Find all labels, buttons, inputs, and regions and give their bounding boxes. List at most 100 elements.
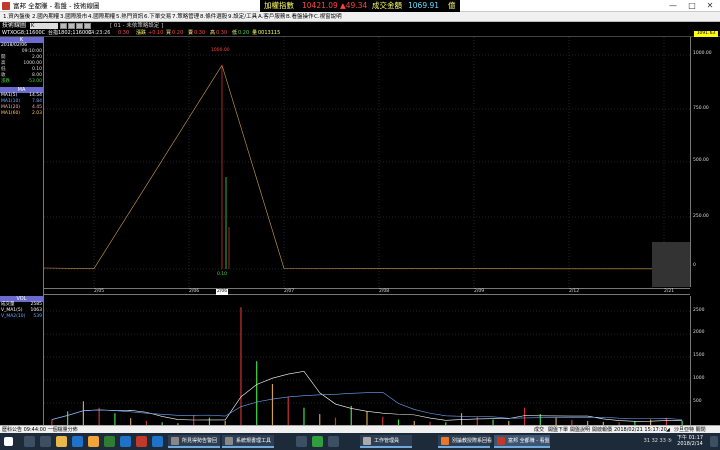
vol-tick-2000: 2000 bbox=[693, 330, 705, 335]
taskbar-task-1[interactable]: 所見得勢告警回 bbox=[168, 435, 220, 448]
search-icon[interactable] bbox=[24, 436, 35, 447]
title-bar: 富邦 全都賺 - 看盤 - 技術線圖 加權指數 10421.09 ▲49.34 … bbox=[0, 0, 720, 12]
price-tick-750: 750.00 bbox=[693, 106, 709, 111]
pinned-icon-b[interactable] bbox=[328, 436, 339, 447]
ma60-row: MA1(60) 2.03 bbox=[1, 111, 42, 116]
index-label: 加權指數 bbox=[264, 1, 294, 10]
pinned-icon-a[interactable] bbox=[296, 436, 307, 447]
volume-axis: 2500 2000 1500 1000 500 bbox=[690, 296, 720, 425]
vol-tick-1500: 1500 bbox=[693, 353, 705, 358]
menu-item-9[interactable]: 9.設定/工具 bbox=[228, 12, 257, 22]
folder-icon[interactable] bbox=[88, 436, 99, 447]
menu-item-1[interactable]: 1.資內盤後 bbox=[3, 12, 30, 22]
toolbar-button-3[interactable] bbox=[76, 23, 83, 29]
app-logo-icon bbox=[2, 2, 10, 10]
chart-toolbar: 技術線圖 K [ 01 - 未依策略設定 ] bbox=[0, 22, 720, 30]
strategy-label[interactable]: [ 01 - 未依策略設定 ] bbox=[110, 22, 163, 30]
menu-item-3[interactable]: 3.國際股市 bbox=[60, 12, 87, 22]
high-value: 0.30 bbox=[216, 30, 228, 36]
quote-price: 0.30 bbox=[118, 30, 130, 36]
low-value-label: 0.10 bbox=[217, 271, 227, 277]
clock[interactable]: 下午 01:17 2018/2/14 bbox=[674, 435, 706, 448]
spike-value-label: 1000.00 bbox=[211, 47, 230, 53]
change-row: 漲跌 -53.00 bbox=[1, 79, 42, 84]
date-tick-7: 2/21 bbox=[664, 289, 675, 294]
price-marks bbox=[43, 64, 691, 270]
minimize-button[interactable]: — bbox=[664, 0, 682, 12]
quote-time: 04:23:26 bbox=[88, 30, 111, 36]
taskbar-task-3[interactable]: 工作管理員 bbox=[360, 435, 412, 448]
turnover-value: 1069.91 bbox=[408, 1, 440, 10]
date-tick-1: 2/05 bbox=[94, 289, 105, 294]
vol-tick-500: 500 bbox=[693, 399, 702, 404]
date-tick-5: 2/09 bbox=[474, 289, 485, 294]
quote-change: +0.10 bbox=[148, 30, 164, 36]
ask-value: 0.30 bbox=[194, 30, 206, 36]
change-label: 漲跌 bbox=[136, 30, 147, 36]
ask-label: 賣 bbox=[188, 30, 194, 36]
price-tick-250: 250.00 bbox=[693, 214, 709, 219]
notification-icon[interactable] bbox=[710, 436, 718, 447]
file-explorer-icon[interactable] bbox=[56, 436, 67, 447]
bid-label: 買 bbox=[166, 30, 172, 36]
price-grid bbox=[44, 37, 690, 287]
price-chart[interactable]: 1000.00 0.10 bbox=[43, 37, 691, 287]
toolbar-label: 技術線圖 bbox=[2, 22, 27, 29]
price-tick-1000: 1000.00 bbox=[693, 51, 712, 56]
low-label: 低 bbox=[232, 30, 238, 36]
vol-tick-2500: 2500 bbox=[693, 308, 705, 313]
toolbar-button-2[interactable] bbox=[68, 23, 75, 29]
toolbar-button-4[interactable] bbox=[84, 23, 91, 29]
taskbar-task-2[interactable]: 系統規書理工具 bbox=[222, 435, 274, 448]
windows-taskbar: 所見得勢告警回 系統規書理工具 工作管理員 別論教授際系回看 富邦 全都賺 - … bbox=[0, 433, 720, 450]
volume-value: 0013115 bbox=[258, 30, 281, 36]
price-series-line bbox=[43, 64, 691, 270]
close-button[interactable]: ✕ bbox=[701, 0, 719, 12]
task-view-icon[interactable] bbox=[40, 436, 51, 447]
maximize-button[interactable]: □ bbox=[683, 0, 701, 12]
start-icon[interactable] bbox=[4, 437, 13, 446]
menu-item-a[interactable]: A.客戶服務 bbox=[258, 12, 285, 22]
index-ticker: 加權指數 10421.09 ▲49.34 成交金額 1069.91 億 bbox=[260, 0, 460, 12]
menu-item-5[interactable]: 5.熱門資訊 bbox=[116, 12, 143, 22]
volume-label: 量 bbox=[252, 30, 258, 36]
status-bar: 歷科公告 09:44:00 一個檔量分佈 成交 開盤下單 開盤說明 開啟報價 2… bbox=[0, 425, 720, 433]
symbol-name: 台指1802;11600C bbox=[48, 30, 92, 36]
ie-icon[interactable] bbox=[120, 436, 131, 447]
price-tick-0: 0 bbox=[693, 263, 696, 268]
taskbar-task-active[interactable]: 富邦 全都賺 - 看盤 bbox=[494, 435, 550, 448]
date-axis: 2/05 2/06 2/06 2/07 2/08 2/09 2/12 2/21 bbox=[44, 288, 690, 295]
overlay-panel bbox=[652, 242, 690, 287]
volume-grid bbox=[44, 310, 690, 404]
date-tick-2: 2/06 bbox=[189, 289, 200, 294]
symbol-code: WTXOG8;11600C bbox=[2, 30, 46, 36]
menu-item-b[interactable]: B.看盤操作 bbox=[286, 12, 314, 22]
menu-item-2[interactable]: 2.國內期權 bbox=[32, 12, 59, 22]
line-icon[interactable] bbox=[312, 436, 323, 447]
app-icon-green[interactable] bbox=[104, 436, 115, 447]
quote-info-bar: WTXOG8;11600C 台指1802;11600C 04:23:26 0.3… bbox=[0, 30, 720, 37]
app-icon-red[interactable] bbox=[136, 436, 147, 447]
window-title: 富邦 全都賺 - 看盤 - 技術線圖 bbox=[13, 2, 100, 10]
volume-chart-svg bbox=[44, 307, 690, 425]
volume-chart[interactable] bbox=[44, 296, 690, 425]
menu-item-7[interactable]: 7.策略管理 bbox=[172, 12, 199, 22]
indicator-panel: K 2018/02/06 09:10:00 開 2.00 高 1000.00 低 0.… bbox=[0, 37, 44, 425]
system-tray[interactable]: 31 32 33 ⑤ bbox=[644, 438, 672, 444]
period-select[interactable]: K bbox=[30, 23, 58, 29]
date-tick-6: 2/12 bbox=[569, 289, 580, 294]
price-tick-500: 500.00 bbox=[693, 158, 709, 163]
menu-item-6[interactable]: 6.下單交易 bbox=[144, 12, 171, 22]
date-tick-4: 2/08 bbox=[379, 289, 390, 294]
edge-icon[interactable] bbox=[72, 436, 83, 447]
browser-icon[interactable] bbox=[152, 436, 163, 447]
toolbar-button-1[interactable] bbox=[60, 23, 67, 29]
turnover-label: 成交金額 bbox=[372, 1, 402, 10]
taskbar-task-4[interactable]: 別論教授際系回看 bbox=[438, 435, 492, 448]
vma10-row: V_MA2(10) 539 bbox=[1, 314, 42, 319]
menu-item-c[interactable]: C.視窗說明 bbox=[314, 12, 342, 22]
menu-item-4[interactable]: 4.國際期權 bbox=[88, 12, 115, 22]
index-change: ▲49.34 bbox=[340, 1, 368, 10]
menu-item-8[interactable]: 8.條件選股 bbox=[200, 12, 227, 22]
task-5-icon bbox=[497, 437, 505, 445]
